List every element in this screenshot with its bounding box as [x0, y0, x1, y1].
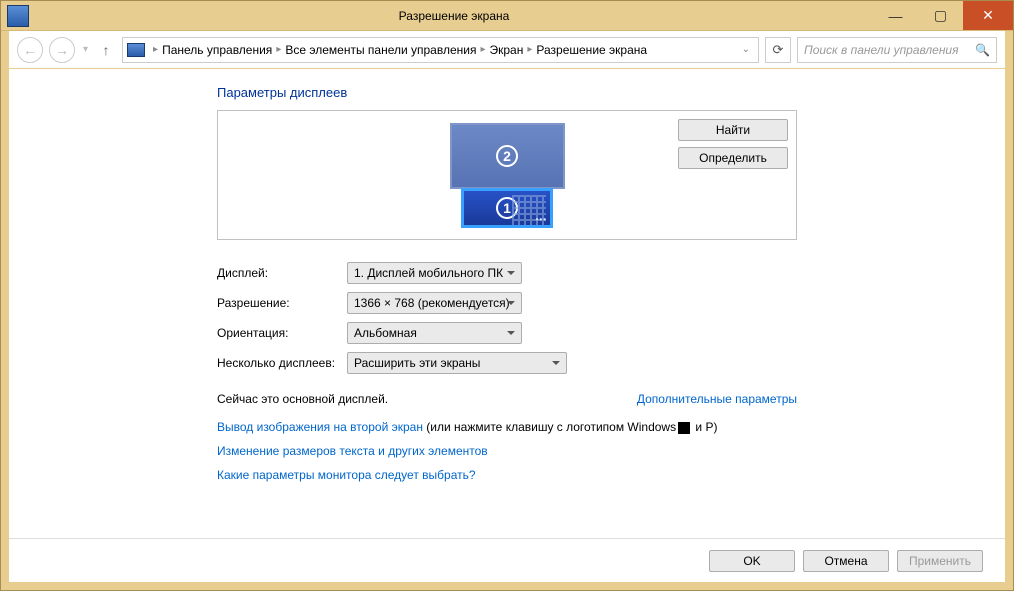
computer-icon — [127, 43, 145, 57]
multi-display-select[interactable]: Расширить эти экраны — [347, 352, 567, 374]
resolution-select[interactable]: 1366 × 768 (рекомендуется) — [347, 292, 522, 314]
refresh-button[interactable]: ⟳ — [765, 37, 791, 63]
selection-indicator-icon: ••• — [536, 215, 547, 224]
title-bar: Разрешение экрана — ▢ ✕ — [1, 1, 1013, 31]
monitor-number: 2 — [496, 145, 518, 167]
advanced-settings-link[interactable]: Дополнительные параметры — [637, 392, 797, 406]
chevron-down-icon[interactable]: ⌄ — [738, 44, 754, 55]
back-button[interactable]: ← — [17, 37, 43, 63]
chevron-right-icon: ▸ — [153, 44, 158, 55]
breadcrumb[interactable]: ▸ Панель управления ▸ Все элементы панел… — [122, 37, 759, 63]
chevron-right-icon: ▸ — [276, 44, 281, 55]
breadcrumb-item[interactable]: Панель управления — [162, 43, 272, 57]
close-button[interactable]: ✕ — [963, 1, 1013, 30]
project-hint-text: (или нажмите клавишу с логотипом Windows — [423, 420, 676, 434]
project-hint-tail: и P) — [692, 420, 717, 434]
forward-button[interactable]: → — [49, 37, 75, 63]
cancel-button[interactable]: Отмена — [803, 550, 889, 572]
display-label: Дисплей: — [217, 266, 347, 280]
orientation-label: Ориентация: — [217, 326, 347, 340]
up-button[interactable]: ↑ — [96, 42, 116, 58]
identify-button[interactable]: Определить — [678, 147, 788, 169]
search-placeholder: Поиск в панели управления — [804, 43, 975, 57]
page-heading: Параметры дисплеев — [217, 85, 797, 100]
dialog-footer: OK Отмена Применить — [9, 538, 1005, 582]
window-title: Разрешение экрана — [35, 9, 873, 23]
search-input[interactable]: Поиск в панели управления 🔍 — [797, 37, 997, 63]
display-arrangement[interactable]: 2 1 ••• Найти Определить — [217, 110, 797, 240]
ok-button[interactable]: OK — [709, 550, 795, 572]
breadcrumb-item[interactable]: Разрешение экрана — [536, 43, 647, 57]
chevron-right-icon: ▸ — [527, 44, 532, 55]
breadcrumb-item[interactable]: Все элементы панели управления — [285, 43, 476, 57]
find-button[interactable]: Найти — [678, 119, 788, 141]
chevron-right-icon: ▸ — [480, 44, 485, 55]
maximize-button[interactable]: ▢ — [918, 1, 963, 30]
content-area: Параметры дисплеев 2 1 ••• — [9, 69, 1005, 538]
orientation-select[interactable]: Альбомная — [347, 322, 522, 344]
settings-form: Дисплей: 1. Дисплей мобильного ПК Разреш… — [217, 258, 797, 378]
apply-button[interactable]: Применить — [897, 550, 983, 572]
monitor-1[interactable]: 1 ••• — [461, 188, 553, 228]
window: Разрешение экрана — ▢ ✕ ← → ▾ ↑ ▸ Панель… — [0, 0, 1014, 591]
minimize-button[interactable]: — — [873, 1, 918, 30]
window-controls: — ▢ ✕ — [873, 1, 1013, 30]
search-icon: 🔍 — [975, 43, 990, 57]
resolution-label: Разрешение: — [217, 296, 347, 310]
monitor-2[interactable]: 2 — [450, 123, 565, 189]
multi-display-label: Несколько дисплеев: — [217, 356, 347, 370]
display-select[interactable]: 1. Дисплей мобильного ПК — [347, 262, 522, 284]
project-link[interactable]: Вывод изображения на второй экран — [217, 420, 423, 434]
app-icon — [7, 5, 29, 27]
breadcrumb-item[interactable]: Экран — [490, 43, 524, 57]
history-dropdown-icon[interactable]: ▾ — [81, 44, 90, 55]
text-size-link[interactable]: Изменение размеров текста и других элеме… — [217, 444, 797, 458]
primary-display-text: Сейчас это основной дисплей. — [217, 392, 388, 406]
which-settings-link[interactable]: Какие параметры монитора следует выбрать… — [217, 468, 797, 482]
nav-bar: ← → ▾ ↑ ▸ Панель управления ▸ Все элемен… — [9, 31, 1005, 69]
windows-logo-icon — [678, 422, 690, 434]
